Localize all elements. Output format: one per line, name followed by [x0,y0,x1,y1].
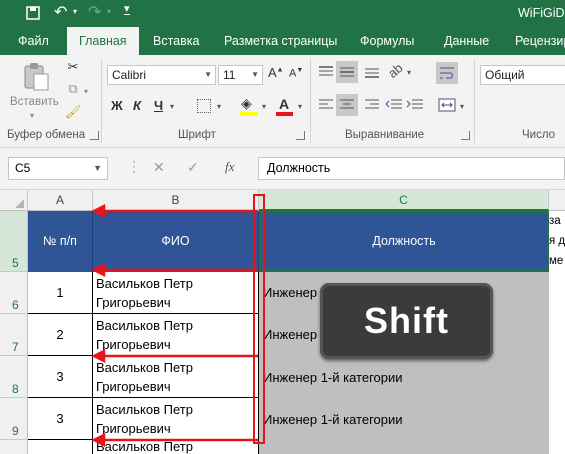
arrowhead-row-5-bottom [91,262,106,278]
annotation-arrows [91,203,258,448]
arrowhead-row-9-bottom [91,432,106,448]
arrowhead-row-4-top [91,203,106,219]
shift-key-overlay: Shift [320,283,493,359]
arrowhead-row-7-bottom [91,348,106,364]
